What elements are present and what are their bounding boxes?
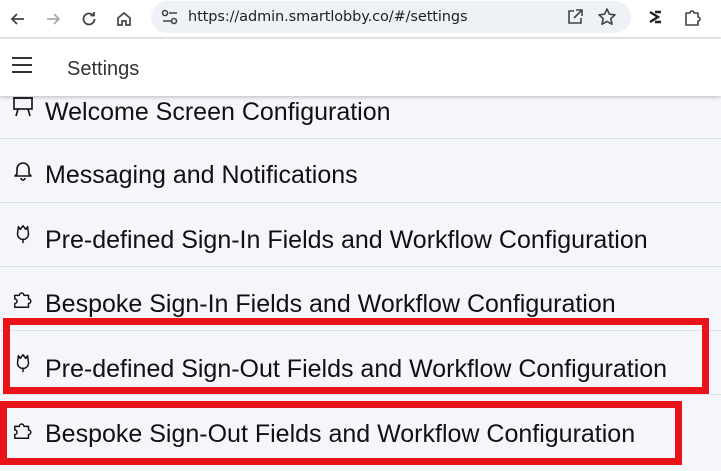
settings-item-label: Bespoke Sign-In Fields and Workflow Conf… xyxy=(45,290,616,318)
bookmark-star-icon[interactable] xyxy=(597,7,617,27)
page-title: Settings xyxy=(67,58,140,80)
settings-item-predefined-sign-in[interactable]: Pre-defined Sign-In Fields and Workflow … xyxy=(0,203,721,267)
settings-item-label: Pre-defined Sign-In Fields and Workflow … xyxy=(45,226,648,254)
settings-item-label: Welcome Screen Configuration xyxy=(45,98,391,126)
bell-icon xyxy=(14,162,32,181)
presentation-board-icon xyxy=(13,97,33,117)
site-settings-icon[interactable] xyxy=(161,9,179,25)
open-in-app-icon[interactable] xyxy=(566,8,584,26)
app-bar: Settings xyxy=(0,39,721,96)
extension-icon[interactable] xyxy=(647,8,663,26)
home-icon xyxy=(117,11,131,26)
browser-toolbar: https://admin.smartlobby.co/#/settings xyxy=(0,0,721,38)
forward-button[interactable] xyxy=(42,8,64,30)
hamburger-menu-icon[interactable] xyxy=(12,57,34,77)
address-bar[interactable]: https://admin.smartlobby.co/#/settings xyxy=(151,1,631,33)
puzzle-icon xyxy=(14,292,32,308)
settings-item-messaging[interactable]: Messaging and Notifications xyxy=(0,139,721,203)
reload-button[interactable] xyxy=(78,8,100,30)
extensions-puzzle-icon[interactable] xyxy=(683,7,703,27)
arrow-left-icon xyxy=(10,13,24,25)
highlight-box-sign-out-predefined xyxy=(3,318,709,394)
back-button[interactable] xyxy=(7,8,29,30)
settings-item-label: Messaging and Notifications xyxy=(45,161,358,189)
home-button[interactable] xyxy=(113,8,135,30)
reload-icon xyxy=(82,12,96,26)
arrow-right-icon xyxy=(47,13,61,25)
url-text[interactable]: https://admin.smartlobby.co/#/settings xyxy=(188,9,468,25)
flower-icon xyxy=(16,225,30,244)
highlight-box-sign-out-bespoke xyxy=(0,401,682,465)
